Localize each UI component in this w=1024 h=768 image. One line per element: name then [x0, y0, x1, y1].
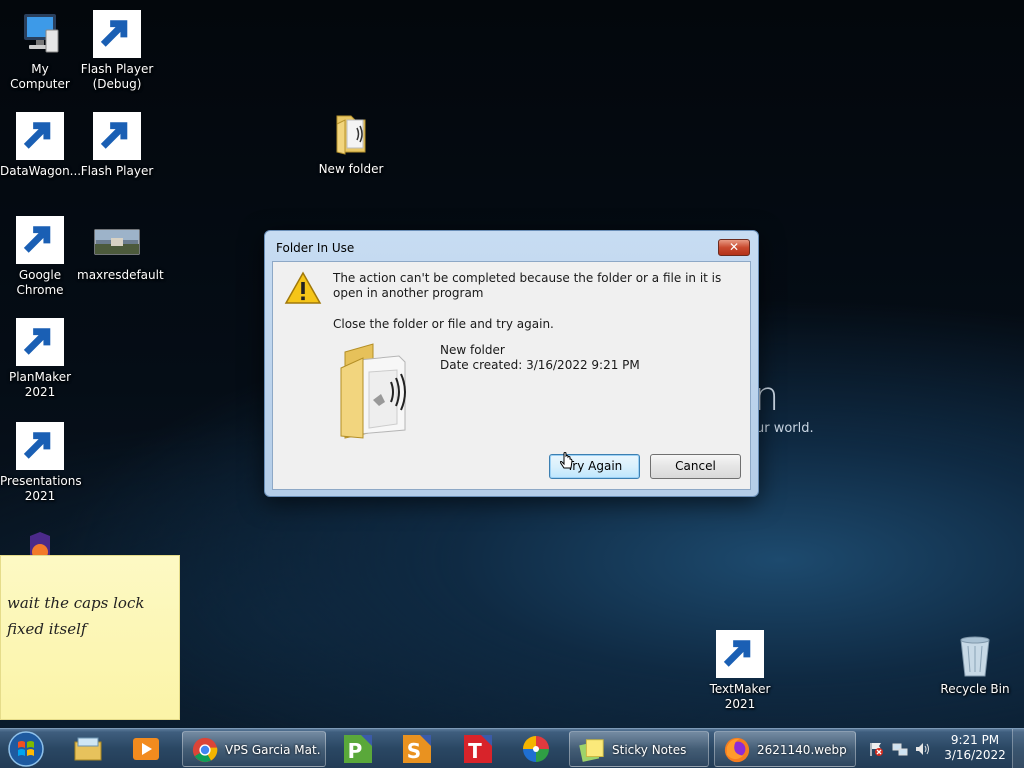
image-file-icon [93, 216, 141, 264]
dialog-instruction: Close the folder or file and try again. [333, 317, 554, 331]
start-button-icon[interactable] [6, 730, 46, 768]
file-info: New folder Date created: 3/16/2022 9:21 … [440, 343, 640, 373]
sticky-note[interactable]: wait the caps lock fixed itself [0, 555, 180, 720]
desktop-icon-label: Flash Player (Debug) [80, 62, 154, 91]
action-center-flag-icon[interactable] [868, 741, 884, 757]
taskbar-planmaker[interactable]: P [334, 731, 384, 767]
media-player-icon [133, 738, 159, 760]
taskbar-presentations[interactable]: S [393, 731, 443, 767]
folder-icon [327, 110, 375, 158]
desktop-icon-flash-debug[interactable]: Flash Player (Debug) [77, 10, 157, 92]
taskbar-button-chrome[interactable]: VPS Garcia Mat... [182, 731, 326, 767]
desktop-icon-planmaker[interactable]: PFREE PlanMaker 2021 [0, 318, 80, 400]
desktop-icon-textmaker[interactable]: TFREE TextMaker 2021 [700, 630, 780, 712]
svg-text:P: P [348, 739, 363, 763]
close-button[interactable]: ✕ [718, 239, 750, 256]
wallpaper-tagline: ur world. [756, 421, 814, 436]
desktop-icon-label: Google Chrome [16, 268, 64, 297]
planmaker-icon: P [344, 735, 372, 763]
firefox-icon [724, 737, 750, 763]
desktop-icon-label: My Computer [10, 62, 70, 91]
desktop-icon-label: maxresdefault [77, 268, 164, 282]
desktop-icon-google-chrome[interactable]: Google Chrome [0, 216, 80, 298]
sticky-notes-icon [579, 739, 604, 762]
taskbar-explorer[interactable] [64, 731, 114, 767]
flash-debug-icon [93, 10, 141, 58]
svg-text:T: T [468, 739, 482, 763]
chrome-icon [16, 216, 64, 264]
file-name: New folder [440, 343, 505, 357]
desktop-icon-label: Flash Player [80, 164, 154, 178]
dialog-body: The action can't be completed because th… [272, 261, 751, 490]
show-desktop-button[interactable] [1012, 729, 1024, 768]
volume-icon[interactable] [914, 741, 930, 757]
presentations-icon: SFREE [16, 422, 72, 470]
explorer-icon [74, 737, 102, 761]
taskbar-button-firefox[interactable]: 2621140.webp ... [714, 731, 856, 767]
datawagon-icon [16, 112, 64, 160]
desktop-icon-label: DataWagon... [0, 164, 82, 178]
textmaker-icon: T [464, 735, 492, 763]
mouse-cursor-icon [560, 452, 573, 469]
textmaker-icon: TFREE [716, 630, 772, 678]
flash-player-icon: f [93, 112, 141, 160]
desktop-icon-maxresdefault[interactable]: maxresdefault [77, 216, 164, 283]
clock[interactable]: 9:21 PM 3/16/2022 [942, 733, 1008, 763]
network-icon[interactable] [892, 741, 908, 757]
cancel-button[interactable]: Cancel [650, 454, 741, 479]
desktop-icon-new-folder[interactable]: New folder [311, 110, 391, 177]
desktop-icon-label: PlanMaker 2021 [8, 370, 72, 399]
desktop-icon-label: TextMaker 2021 [709, 682, 771, 711]
taskbar-photos[interactable] [512, 731, 562, 767]
pinwheel-icon [523, 736, 549, 762]
taskbar-button-sticky-notes[interactable]: Sticky Notes [569, 731, 709, 767]
dialog-title: Folder In Use [276, 241, 355, 255]
sticky-note-text[interactable]: wait the caps lock fixed itself [7, 590, 175, 642]
taskbar-textmaker[interactable]: T [454, 731, 504, 767]
taskbar-button-label: Sticky Notes [612, 743, 687, 757]
desktop-icon-flash-player[interactable]: f Flash Player [77, 112, 157, 179]
taskbar-media-player[interactable] [122, 731, 172, 767]
svg-text:S: S [407, 739, 421, 763]
system-tray: 9:21 PM 3/16/2022 [862, 729, 1024, 768]
warning-icon [284, 271, 322, 304]
file-date-created: Date created: 3/16/2022 9:21 PM [440, 358, 640, 372]
desktop-icon-label: Recycle Bin [940, 682, 1010, 696]
taskbar: VPS Garcia Mat... P S T Sticky Notes 262… [0, 728, 1024, 768]
folder-icon [340, 343, 406, 439]
dialog-message: The action can't be completed because th… [333, 271, 722, 300]
desktop-icon-presentations[interactable]: SFREE Presentations 2021 [0, 422, 82, 504]
desktop-icon-datawagon[interactable]: DataWagon... [0, 112, 82, 179]
taskbar-button-label: VPS Garcia Mat... [225, 743, 321, 757]
chrome-icon [192, 737, 218, 763]
desktop-icon-label: Presentations 2021 [0, 474, 82, 503]
desktop-icon-label: New folder [318, 162, 384, 176]
desktop: n ur world. My Computer Flash Player (De… [0, 0, 1024, 728]
clock-time: 9:21 PM [950, 733, 1000, 747]
computer-icon [16, 10, 64, 58]
folder-in-use-dialog: Folder In Use ✕ The action can't be comp… [264, 230, 759, 497]
taskbar-button-label: 2621140.webp ... [757, 743, 851, 757]
presentations-icon: S [403, 735, 431, 763]
recycle-bin-icon [951, 630, 999, 678]
desktop-icon-recycle-bin[interactable]: Recycle Bin [935, 630, 1015, 697]
desktop-icon-my-computer[interactable]: My Computer [0, 10, 80, 92]
planmaker-icon: PFREE [16, 318, 72, 366]
clock-date: 3/16/2022 [944, 748, 1006, 762]
